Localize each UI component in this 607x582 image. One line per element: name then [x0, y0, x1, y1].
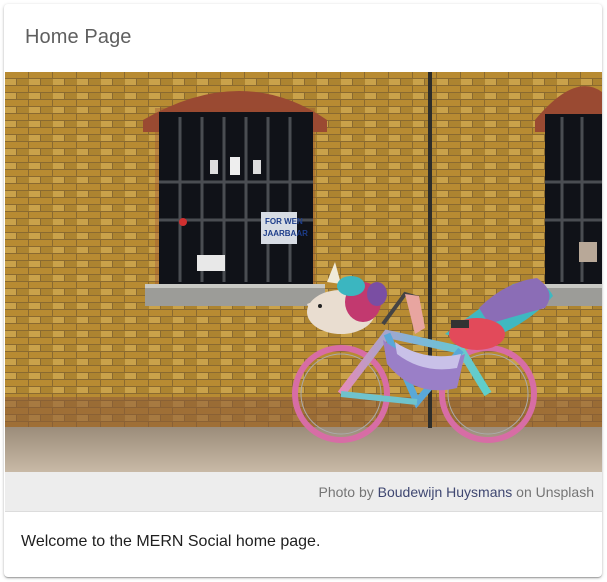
page-title: Home Page — [25, 26, 132, 48]
source-link[interactable]: Unsplash — [536, 484, 594, 500]
svg-text:JAARBAAR: JAARBAAR — [263, 229, 308, 238]
hero-photo: FOR WEN JAARBAAR — [5, 72, 602, 472]
caption-middle: on — [516, 484, 532, 500]
author-link[interactable]: Boudewijn Huysmans — [378, 484, 513, 500]
photo-credit: Photo by Boudewijn Huysmans on Unsplash — [318, 484, 594, 500]
photo-caption-bar: Photo by Boudewijn Huysmans on Unsplash — [5, 472, 602, 512]
caption-prefix: Photo by — [318, 484, 374, 500]
svg-text:FOR WEN: FOR WEN — [265, 217, 303, 226]
welcome-text: Welcome to the MERN Social home page. — [21, 533, 321, 550]
home-card: Home Page FOR WEN JAARBAAR Photo by Boud… — [4, 4, 602, 577]
